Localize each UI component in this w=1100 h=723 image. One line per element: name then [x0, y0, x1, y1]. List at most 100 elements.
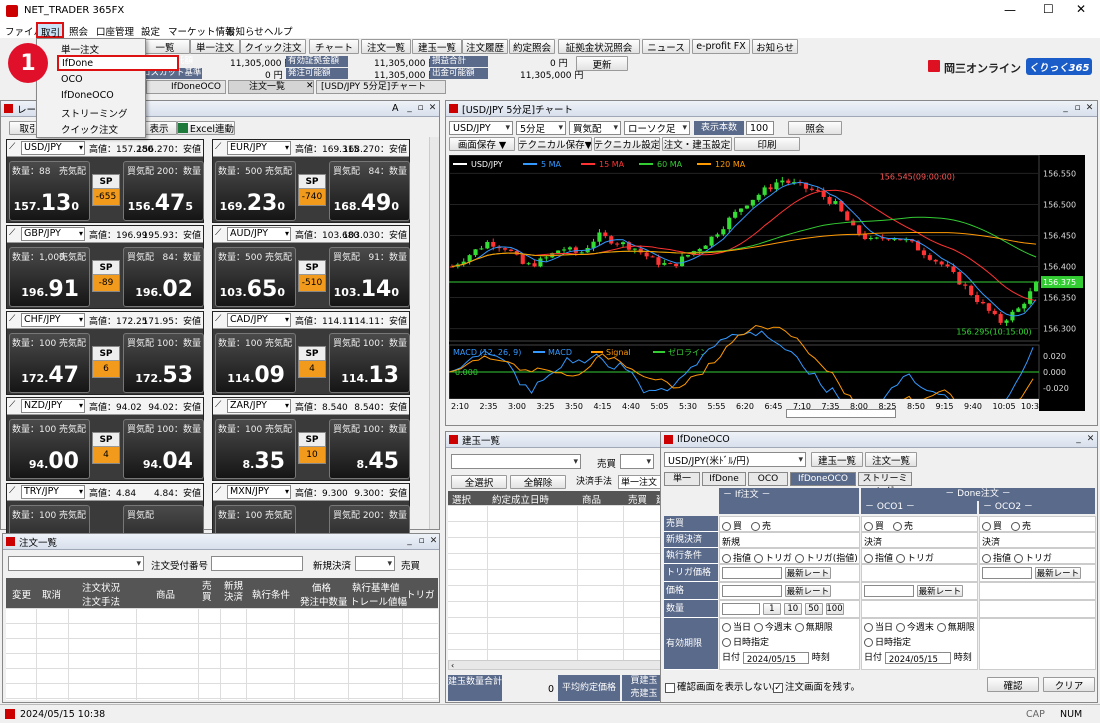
menu-settings[interactable]: 設定: [141, 24, 160, 38]
print-button[interactable]: 印刷: [734, 137, 800, 151]
position-side-select[interactable]: [620, 454, 654, 469]
close-button[interactable]: ✕: [1076, 2, 1086, 16]
menu-news[interactable]: お知らせ: [226, 24, 264, 38]
ifd-cell[interactable]: 指値 トリガ: [861, 548, 978, 564]
rate-display-button[interactable]: 表示: [141, 121, 177, 135]
ifd-cell[interactable]: 買 売: [719, 516, 860, 532]
chart-type-select[interactable]: ローソク足: [624, 121, 690, 135]
close-icon[interactable]: ✕: [1085, 434, 1096, 445]
order-product-select[interactable]: [8, 556, 144, 571]
menu-market[interactable]: マーケット情報: [168, 24, 235, 38]
bid-button[interactable]: 数量：100 売気配 172.47: [9, 333, 90, 393]
bid-button[interactable]: 数量：500 売気配 103.650: [215, 247, 296, 307]
ask-button[interactable]: 買気配 84：数量 168.490: [329, 161, 410, 221]
new-settle-select[interactable]: [355, 556, 395, 571]
chart-side-select[interactable]: 買気配: [569, 121, 621, 135]
restore-icon[interactable]: ▫: [415, 103, 426, 114]
tb-eprofit[interactable]: e-profit FX: [692, 39, 750, 54]
ifd-cell[interactable]: [979, 618, 1096, 670]
minimize-icon[interactable]: _: [1060, 103, 1071, 114]
tab-chart[interactable]: [USD/JPY 5分足]チャート: [316, 80, 446, 94]
technical-settings-button[interactable]: テクニカル設定: [594, 137, 660, 151]
ifd-clear-button[interactable]: クリア: [1043, 677, 1095, 692]
update-button[interactable]: 更新: [576, 56, 628, 71]
rate-scrollbar[interactable]: [429, 137, 439, 529]
tb-order-list[interactable]: 注文一覧: [361, 39, 411, 54]
ifd-cell[interactable]: 最新レート: [979, 564, 1096, 582]
ifd-tab[interactable]: OCO: [748, 472, 788, 486]
ifd-cell[interactable]: 指値 トリガ トリガ(指値): [719, 548, 860, 564]
tile-pair-select[interactable]: MXN/JPY: [227, 485, 291, 499]
menu-help[interactable]: ヘルプ: [264, 24, 293, 38]
ifd-tab[interactable]: IfDone: [702, 472, 746, 486]
tile-pair-select[interactable]: NZD/JPY: [21, 399, 85, 413]
deselect-all-button[interactable]: 全解除: [510, 475, 566, 489]
dd-streaming[interactable]: ストリーミング: [61, 106, 128, 120]
ifd-cell[interactable]: 最新レート: [719, 582, 860, 600]
ifd-cell[interactable]: [861, 564, 978, 582]
ifd-cell[interactable]: 指値 トリガ: [979, 548, 1096, 564]
minimize-icon[interactable]: _: [1073, 434, 1084, 445]
tb-single-order[interactable]: 単一注文: [190, 39, 240, 54]
ifd-cell[interactable]: [861, 600, 978, 618]
single-order-tab[interactable]: 単一注文: [618, 475, 666, 489]
chart-inquiry-button[interactable]: 照会: [788, 121, 842, 135]
price-chart[interactable]: 156.300 156.350 156.400 156.450 156.500 156.5…: [449, 155, 1085, 411]
settle-method-tab[interactable]: 決済手法: [576, 475, 618, 489]
ask-button[interactable]: 買気配 200：数量 156.475: [123, 161, 204, 221]
ifd-confirm-check[interactable]: 確認画面を表示しない。: [665, 679, 782, 693]
minimize-button[interactable]: —: [1004, 3, 1016, 17]
count-input[interactable]: 100: [746, 121, 774, 135]
ifd-cell[interactable]: 新規: [719, 532, 860, 548]
minimize-icon[interactable]: _: [404, 536, 415, 547]
ifd-cell[interactable]: 当日 今週末 無期限 日時指定 日付 2024/05/15 時刻: [719, 618, 860, 670]
tb-margin-status[interactable]: 証拠金状況照会: [558, 39, 640, 54]
ifd-cell[interactable]: 1 10 50 100: [719, 600, 860, 618]
menu-trade[interactable]: 取引: [36, 22, 64, 39]
tile-pair-select[interactable]: AUD/JPY: [227, 227, 291, 241]
tb-notice[interactable]: お知らせ: [752, 39, 798, 54]
tb-news[interactable]: ニュース: [642, 39, 690, 54]
bid-button[interactable]: 数量：1,000 売気配 196.91: [9, 247, 90, 307]
ifd-cell[interactable]: 買 売: [979, 516, 1096, 532]
chart-period-select[interactable]: 5分足: [516, 121, 566, 135]
ifd-cell[interactable]: 買 売: [861, 516, 978, 532]
dd-ifdone[interactable]: IfDone: [57, 55, 179, 71]
ifd-keep-check[interactable]: ✓ 注文画面を残す。: [773, 679, 860, 693]
tile-pair-select[interactable]: TRY/JPY: [21, 485, 85, 499]
technical-save-button[interactable]: テクニカル保存▼: [518, 137, 592, 151]
close-icon[interactable]: ✕: [1084, 103, 1095, 114]
ifd-cell[interactable]: 決済: [861, 532, 978, 548]
chart-scrollbar[interactable]: [786, 409, 896, 418]
ifd-cell[interactable]: 最新レート: [861, 582, 978, 600]
restore-icon[interactable]: ▫: [416, 536, 427, 547]
chart-pair-select[interactable]: USD/JPY: [449, 121, 513, 135]
ask-button[interactable]: 買気配 100：数量 8.45: [329, 419, 410, 479]
tb-rate-list[interactable]: 一覧: [140, 39, 190, 54]
close-icon[interactable]: ✕: [428, 536, 439, 547]
tb-quick-order[interactable]: クイック注文: [240, 39, 306, 54]
dd-oco[interactable]: OCO: [61, 74, 83, 85]
ifd-order-list-button[interactable]: 注文一覧: [865, 452, 917, 467]
tab-ifdoneoco[interactable]: IfDoneOCO: [146, 80, 226, 94]
ifd-tab[interactable]: 単一: [664, 472, 700, 486]
order-position-settings-button[interactable]: 注文・建玉設定: [662, 137, 732, 151]
ask-button[interactable]: 買気配 100：数量 172.53: [123, 333, 204, 393]
tb-chart[interactable]: チャート: [309, 39, 359, 54]
excel-link-button[interactable]: Excel連動: [177, 121, 235, 135]
order-no-input[interactable]: [211, 556, 303, 571]
bid-button[interactable]: 数量：500 売気配 169.230: [215, 161, 296, 221]
restore-icon[interactable]: ▫: [1072, 103, 1083, 114]
ask-button[interactable]: 買気配 100：数量 94.04: [123, 419, 204, 479]
tile-pair-select[interactable]: GBP/JPY: [21, 227, 85, 241]
screen-save-button[interactable]: 画面保存 ▼: [449, 137, 515, 151]
ifd-tab[interactable]: IfDoneOCO: [790, 472, 856, 486]
close-icon[interactable]: ✕: [427, 103, 438, 114]
tb-order-history[interactable]: 注文履歴: [462, 39, 508, 54]
maximize-button[interactable]: ☐: [1043, 2, 1054, 16]
position-product-select[interactable]: [451, 454, 581, 469]
dd-single-order[interactable]: 単一注文: [61, 42, 99, 56]
tile-pair-select[interactable]: ZAR/JPY: [227, 399, 291, 413]
menu-account[interactable]: 口座管理: [96, 24, 134, 38]
tb-execution[interactable]: 約定照会: [509, 39, 555, 54]
